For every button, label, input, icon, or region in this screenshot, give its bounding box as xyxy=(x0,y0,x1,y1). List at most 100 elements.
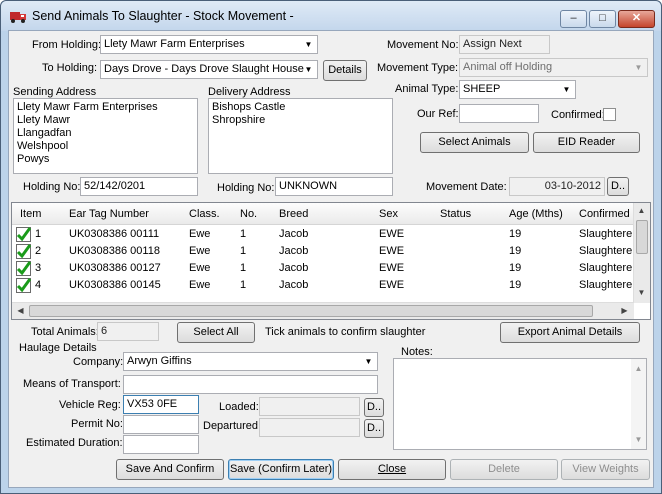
confirmed-checkbox[interactable] xyxy=(603,108,616,121)
column-header[interactable]: Class. xyxy=(189,208,220,220)
delete-button[interactable]: Delete xyxy=(450,459,558,480)
checkmark-icon[interactable] xyxy=(16,227,31,242)
details-button[interactable]: Details xyxy=(323,60,367,81)
chevron-down-icon: ▼ xyxy=(634,63,643,72)
movement-type-select: Animal off Holding ▼ xyxy=(459,58,648,77)
estimated-duration-input[interactable] xyxy=(123,435,199,454)
no-cell: 1 xyxy=(240,245,247,257)
animal-type-select[interactable]: SHEEP ▼ xyxy=(459,80,576,99)
grid-horizontal-scrollbar[interactable]: ◀ ▶ xyxy=(12,302,634,319)
checkmark-icon[interactable] xyxy=(16,244,31,259)
movement-date-label: Movement Date: xyxy=(426,181,507,193)
movement-type-label: Movement Type: xyxy=(377,62,459,74)
vehicle-reg-label: Vehicle Reg: xyxy=(59,399,121,411)
table-row[interactable]: 2 UK0308386 00118 Ewe 1 Jacob EWE 19 Sla… xyxy=(12,243,634,260)
class-cell: Ewe xyxy=(189,279,211,291)
sex-cell: EWE xyxy=(379,279,405,291)
confirmed-label: Confirmed: xyxy=(551,109,605,121)
scroll-up-icon[interactable]: ▲ xyxy=(634,203,649,218)
class-cell: Ewe xyxy=(189,245,211,257)
departured-date-picker-button[interactable]: D.. xyxy=(364,419,384,438)
truck-icon xyxy=(10,12,26,23)
sex-cell: EWE xyxy=(379,245,405,257)
breed-cell: Jacob xyxy=(279,245,309,257)
company-label: Company: xyxy=(73,356,124,368)
scroll-down-icon[interactable]: ▼ xyxy=(631,432,646,447)
age-cell: 19 xyxy=(509,228,522,240)
export-animal-details-button[interactable]: Export Animal Details xyxy=(500,322,640,343)
item-cell: 2 xyxy=(35,245,42,257)
movement-no-field: Assign Next xyxy=(459,35,550,54)
notes-scrollbar[interactable]: ▲ ▼ xyxy=(631,359,646,449)
movement-date-picker-button[interactable]: D.. xyxy=(607,177,629,196)
select-all-button[interactable]: Select All xyxy=(177,322,255,343)
to-holding-select[interactable]: Days Drove - Days Drove Slaught House ▼ xyxy=(100,60,318,79)
view-weights-button[interactable]: View Weights xyxy=(561,459,650,480)
scroll-thumb[interactable] xyxy=(29,305,593,317)
our-ref-input[interactable] xyxy=(459,104,539,123)
scroll-down-icon[interactable]: ▼ xyxy=(634,285,649,300)
chevron-down-icon: ▼ xyxy=(304,65,313,74)
animal-type-label: Animal Type: xyxy=(395,83,459,95)
to-holding-value: Days Drove - Days Drove Slaught House xyxy=(104,63,304,75)
delivery-holding-no-input[interactable]: UNKNOWN xyxy=(275,177,393,196)
grid-header: Item Ear Tag Number Class. No. Breed Sex… xyxy=(12,203,634,225)
table-row[interactable]: 3 UK0308386 00127 Ewe 1 Jacob EWE 19 Sla… xyxy=(12,260,634,277)
close-window-button[interactable]: ✕ xyxy=(618,10,655,28)
save-and-confirm-button[interactable]: Save And Confirm xyxy=(116,459,224,480)
scroll-up-icon[interactable]: ▲ xyxy=(631,361,646,376)
column-header[interactable]: No. xyxy=(240,208,257,220)
column-header[interactable]: Item xyxy=(20,208,41,220)
scroll-right-icon[interactable]: ▶ xyxy=(617,303,632,318)
permit-no-input[interactable] xyxy=(123,415,199,434)
select-animals-button[interactable]: Select Animals xyxy=(420,132,529,153)
no-cell: 1 xyxy=(240,228,247,240)
delivery-address-box[interactable]: Bishops Castle Shropshire xyxy=(208,98,393,174)
close-button[interactable]: Close xyxy=(338,459,446,480)
checkmark-icon[interactable] xyxy=(16,278,31,293)
to-holding-label: To Holding: xyxy=(42,62,98,74)
title-bar[interactable]: Send Animals To Slaughter - Stock Moveme… xyxy=(1,1,661,31)
column-header[interactable]: Confirmed xyxy=(579,208,630,220)
column-header[interactable]: Breed xyxy=(279,208,308,220)
means-of-transport-input[interactable] xyxy=(123,375,378,394)
breed-cell: Jacob xyxy=(279,228,309,240)
sex-cell: EWE xyxy=(379,228,405,240)
no-cell: 1 xyxy=(240,279,247,291)
maximize-button[interactable]: □ xyxy=(589,10,616,28)
animals-grid[interactable]: Item Ear Tag Number Class. No. Breed Sex… xyxy=(11,202,651,320)
item-cell: 3 xyxy=(35,262,42,274)
table-row[interactable]: 1 UK0308386 00111 Ewe 1 Jacob EWE 19 Sla… xyxy=(12,226,634,243)
movement-type-value: Animal off Holding xyxy=(463,61,553,73)
scroll-left-icon[interactable]: ◀ xyxy=(13,303,28,318)
column-header[interactable]: Age (Mths) xyxy=(509,208,563,220)
age-cell: 19 xyxy=(509,262,522,274)
save-confirm-later-button[interactable]: Save (Confirm Later) xyxy=(228,459,334,480)
sex-cell: EWE xyxy=(379,262,405,274)
company-select[interactable]: Arwyn Giffins ▼ xyxy=(123,352,378,371)
vehicle-reg-input[interactable]: VX53 0FE xyxy=(123,395,199,414)
from-holding-select[interactable]: Llety Mawr Farm Enterprises ▼ xyxy=(100,35,318,54)
delivery-address-label: Delivery Address xyxy=(208,86,291,98)
confirmed-cell: Slaughtere xyxy=(579,262,633,274)
eid-reader-button[interactable]: EID Reader xyxy=(533,132,640,153)
tag-cell: UK0308386 00145 xyxy=(69,279,161,291)
sending-holding-no-input[interactable]: 52/142/0201 xyxy=(80,177,198,196)
address-line: Welshpool xyxy=(17,140,69,152)
from-holding-value: Llety Mawr Farm Enterprises xyxy=(104,38,245,50)
confirmed-cell: Slaughtere xyxy=(579,279,633,291)
column-header[interactable]: Ear Tag Number xyxy=(69,208,149,220)
table-row[interactable]: 4 UK0308386 00145 Ewe 1 Jacob EWE 19 Sla… xyxy=(12,277,634,294)
checkmark-icon[interactable] xyxy=(16,261,31,276)
notes-textarea[interactable]: ▲ ▼ xyxy=(393,358,647,450)
minimize-button[interactable]: – xyxy=(560,10,587,28)
sending-address-box[interactable]: Llety Mawr Farm Enterprises Llety Mawr L… xyxy=(13,98,198,174)
class-cell: Ewe xyxy=(189,228,211,240)
column-header[interactable]: Sex xyxy=(379,208,398,220)
estimated-duration-label: Estimated Duration: xyxy=(26,437,123,449)
column-header[interactable]: Status xyxy=(440,208,471,220)
tag-cell: UK0308386 00127 xyxy=(69,262,161,274)
scroll-thumb[interactable] xyxy=(636,220,648,254)
loaded-date-picker-button[interactable]: D.. xyxy=(364,398,384,417)
grid-vertical-scrollbar[interactable]: ▲ ▼ xyxy=(633,203,650,303)
